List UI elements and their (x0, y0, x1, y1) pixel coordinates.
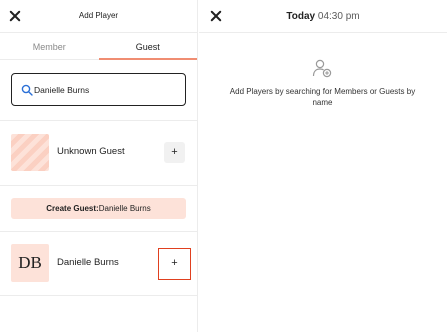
guest-placeholder-avatar (11, 134, 49, 171)
create-guest-button[interactable]: Create Guest:Danielle Burns (11, 198, 186, 219)
title-time: 04:30 pm (317, 11, 360, 22)
add-person-icon (312, 59, 332, 78)
tab-guest[interactable]: Guest (98, 34, 197, 60)
result-name: Unknown Guest (57, 146, 125, 157)
tee-time-title: Today 04:30 pm (199, 11, 447, 22)
search-icon (21, 84, 33, 96)
divider (0, 185, 198, 186)
add-player-header: Add Player (0, 0, 197, 33)
tee-time-header: Today 04:30 pm (199, 0, 447, 33)
title-day: Today (286, 11, 316, 22)
result-name: Danielle Burns (57, 257, 119, 268)
player-type-tabs: Member Guest (0, 34, 197, 60)
create-guest-prefix: Create Guest: (46, 204, 99, 213)
divider (0, 231, 198, 232)
avatar: DB (11, 244, 49, 282)
add-player-panel: Add Player Member Guest Unknown Guest + … (0, 0, 198, 332)
search-box[interactable] (11, 73, 186, 106)
search-input[interactable] (34, 81, 179, 98)
empty-state-message: Add Players by searching for Members or … (229, 87, 416, 107)
tab-member[interactable]: Member (0, 34, 99, 60)
create-guest-name: Danielle Burns (98, 204, 151, 213)
selected-players-panel: Today 04:30 pm Add Players by searching … (199, 0, 447, 332)
add-danielle-burns-button[interactable]: + (164, 253, 185, 274)
divider (0, 295, 198, 296)
divider (0, 120, 198, 121)
panel-title: Add Player (78, 11, 119, 20)
add-unknown-guest-button[interactable]: + (164, 142, 185, 163)
